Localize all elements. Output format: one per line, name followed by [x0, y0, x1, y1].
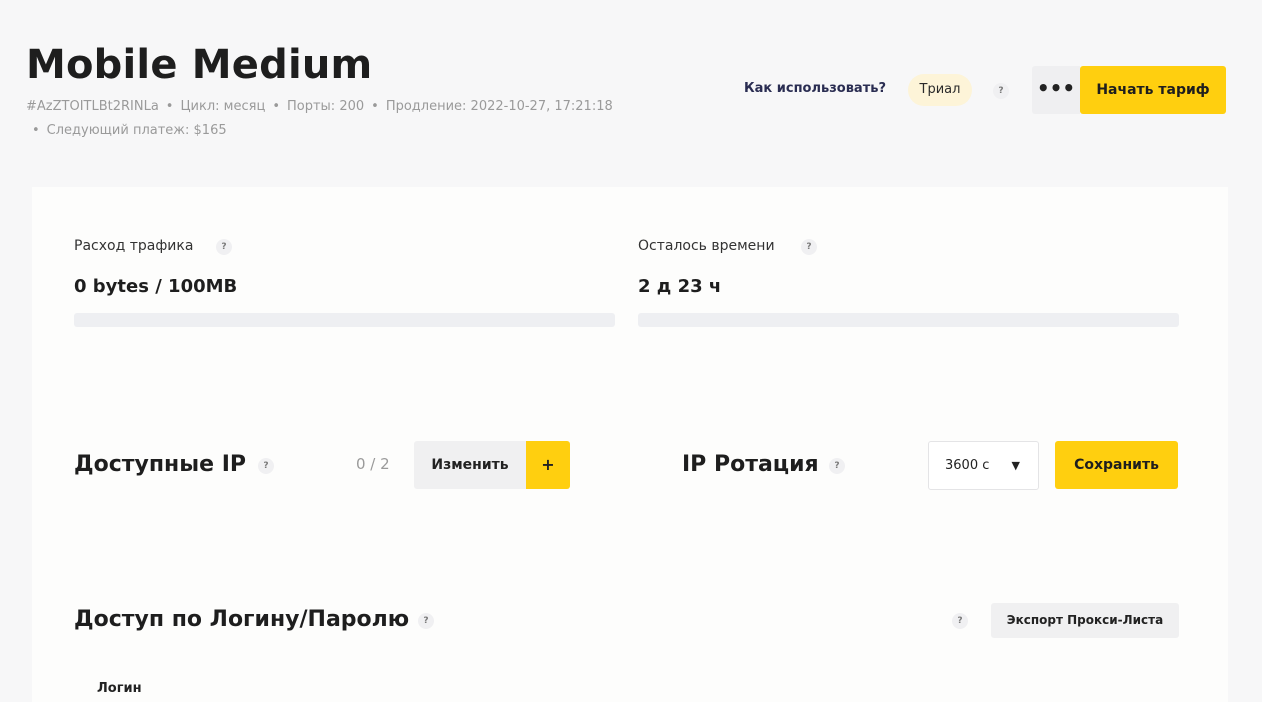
traffic-progress-bar	[74, 313, 615, 327]
ip-rotation-title: IP Ротация	[682, 452, 819, 477]
more-options-button[interactable]: •••	[1032, 66, 1080, 114]
trial-badge: Триал	[908, 74, 972, 106]
time-left-label: Осталось времени	[638, 238, 775, 254]
column-header-login: Логин	[97, 681, 142, 696]
tariff-meta: #AzZTOITLBt2RINLa • Цикл: месяц • Порты: 200…	[26, 95, 626, 143]
help-icon[interactable]: ?	[829, 458, 845, 474]
separator-dot: •	[272, 99, 280, 114]
available-ip-title: Доступные IP	[74, 452, 247, 477]
separator-dot: •	[371, 99, 379, 114]
time-left-progress-bar	[638, 313, 1179, 327]
rotation-interval-select[interactable]: 3600 с ▼	[928, 441, 1039, 490]
how-to-use-link[interactable]: Как использовать?	[744, 81, 886, 96]
tariff-cycle: Цикл: месяц	[180, 99, 266, 114]
separator-dot: •	[32, 123, 40, 138]
add-ip-button[interactable]: +	[526, 441, 570, 489]
help-icon[interactable]: ?	[801, 239, 817, 255]
help-icon[interactable]: ?	[993, 83, 1009, 99]
chevron-down-icon: ▼	[1011, 459, 1020, 472]
start-tariff-button[interactable]: Начать тариф	[1080, 66, 1226, 114]
time-left-value: 2 д 23 ч	[638, 276, 722, 297]
help-icon[interactable]: ?	[216, 239, 232, 255]
save-rotation-button[interactable]: Сохранить	[1055, 441, 1178, 489]
page-title: Mobile Medium	[26, 42, 373, 88]
separator-dot: •	[165, 99, 174, 114]
help-icon[interactable]: ?	[952, 613, 968, 629]
traffic-label: Расход трафика	[74, 238, 194, 254]
tariff-page: Mobile Medium #AzZTOITLBt2RINLa • Цикл: ме…	[0, 0, 1262, 702]
help-icon[interactable]: ?	[258, 458, 274, 474]
export-proxy-list-button[interactable]: Экспорт Прокси-Листа	[991, 603, 1179, 638]
traffic-value: 0 bytes / 100MB	[74, 276, 238, 297]
rotation-interval-value: 3600 с	[945, 458, 990, 473]
next-payment: Следующий платеж: $165	[46, 123, 227, 138]
tariff-renewal: Продление: 2022-10-27, 17:21:18	[385, 99, 613, 114]
ip-count: 0 / 2	[356, 455, 390, 473]
tariff-ports: Порты: 200	[286, 99, 365, 114]
change-ip-button[interactable]: Изменить	[414, 441, 526, 489]
tariff-id: #AzZTOITLBt2RINLa	[26, 99, 159, 114]
access-title: Доступ по Логину/Паролю	[74, 607, 410, 632]
help-icon[interactable]: ?	[418, 613, 434, 629]
